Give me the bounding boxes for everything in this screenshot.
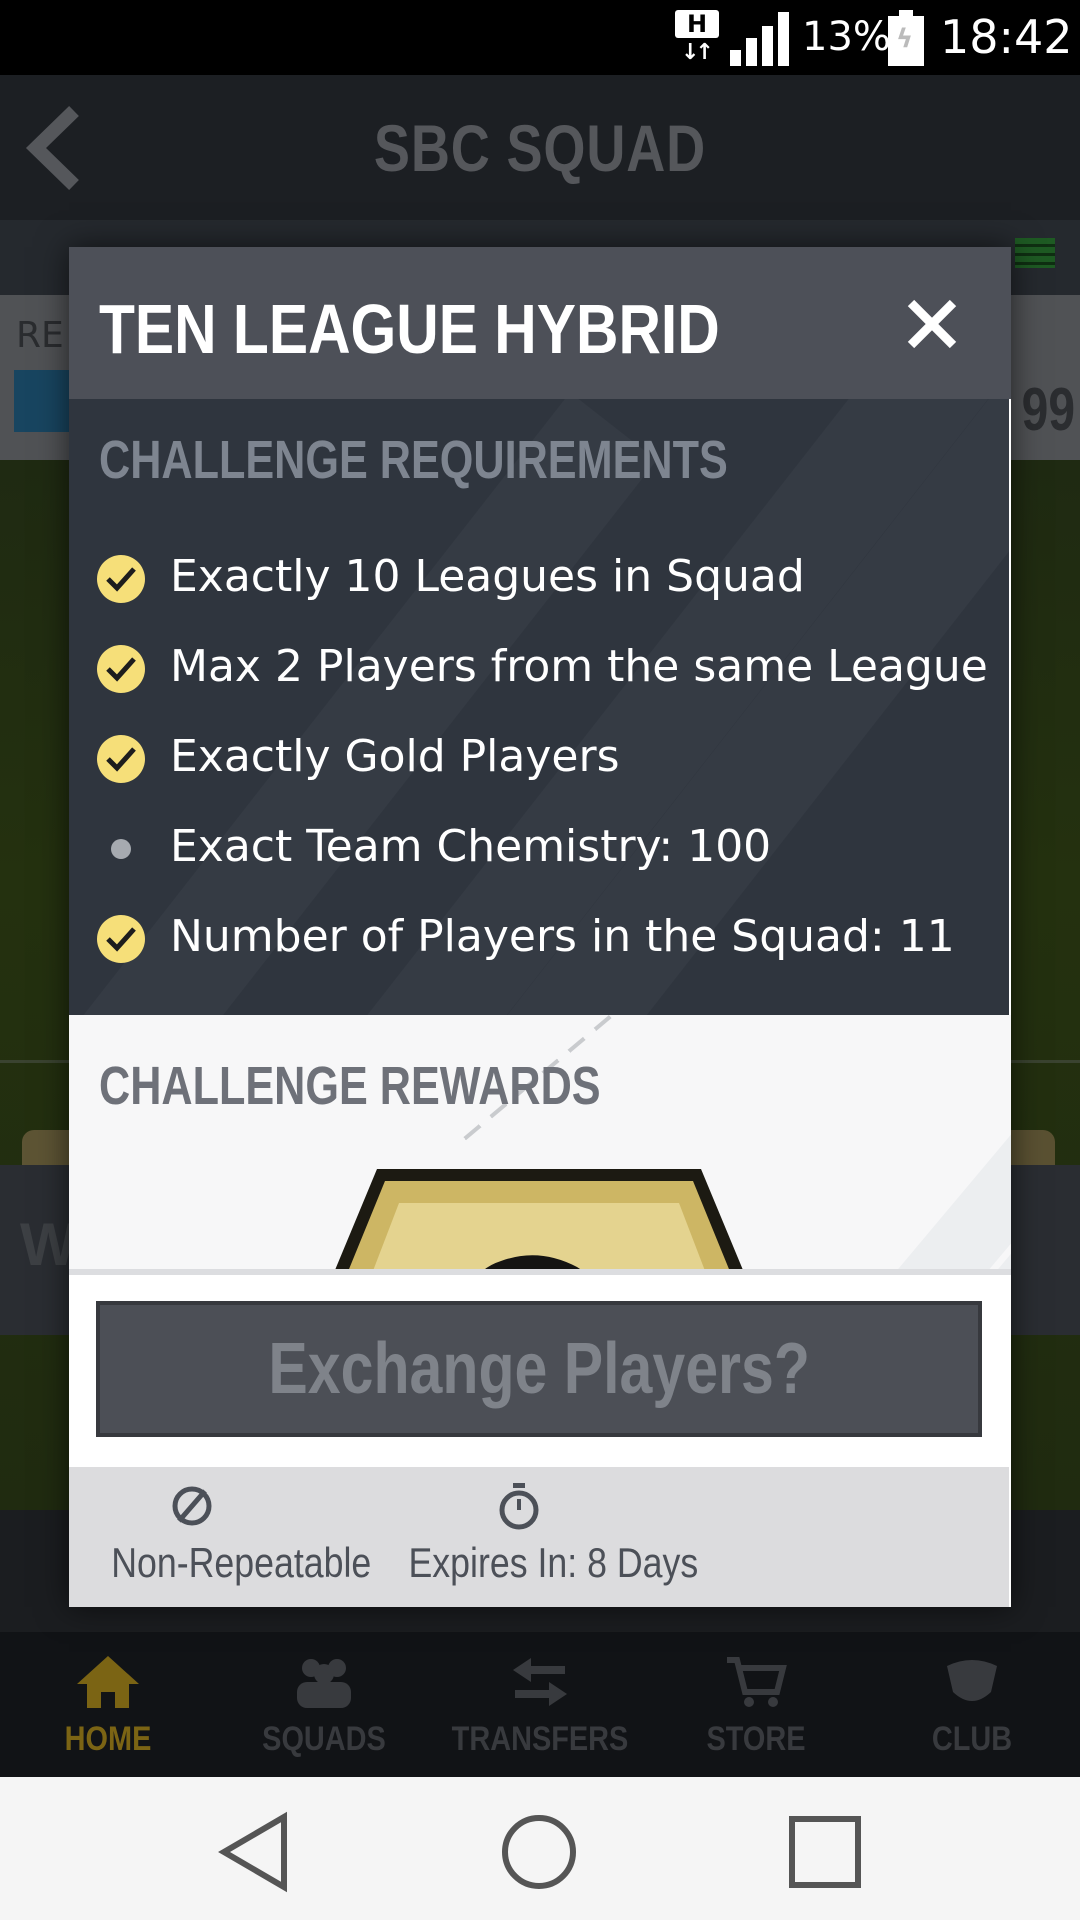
app-header: SBC SQUAD bbox=[0, 75, 1080, 220]
stopwatch-icon bbox=[499, 1483, 539, 1530]
challenge-modal: TEN LEAGUE HYBRID CHALLENGE REQUIREMENTS… bbox=[69, 247, 1011, 1607]
check-icon bbox=[97, 915, 145, 963]
nav-home[interactable]: HOME bbox=[0, 1632, 216, 1777]
challenge-info-footer: Non-Repeatable Expires In: 8 Days bbox=[69, 1467, 1009, 1607]
battery-percent: 13% bbox=[802, 14, 891, 60]
modal-title: TEN LEAGUE HYBRID bbox=[99, 290, 720, 368]
requirement-text: Number of Players in the Squad: 11 bbox=[170, 911, 955, 962]
info-label: RE bbox=[16, 315, 64, 356]
android-nav-bar bbox=[0, 1777, 1080, 1920]
requirement-item: Exactly 10 Leagues in Squad bbox=[97, 539, 997, 629]
squad-rating: 99 bbox=[1021, 376, 1076, 443]
transfers-icon bbox=[513, 1658, 567, 1706]
android-back-icon[interactable] bbox=[210, 1807, 300, 1897]
clock: 18:42 bbox=[940, 10, 1073, 64]
expiry-label: Expires In: 8 Days bbox=[408, 1539, 699, 1586]
exchange-players-label: Exchange Players? bbox=[268, 1329, 810, 1409]
nav-club[interactable]: CLUB bbox=[864, 1632, 1080, 1777]
requirement-item: Exactly Gold Players bbox=[97, 719, 997, 809]
nav-club-label: CLUB bbox=[931, 1720, 1013, 1758]
repeatable-info: Non-Repeatable bbox=[97, 1481, 372, 1587]
chemistry-bars-icon bbox=[1015, 238, 1055, 268]
nav-squads[interactable]: SQUADS bbox=[216, 1632, 432, 1777]
requirement-item: Number of Players in the Squad: 11 bbox=[97, 899, 997, 989]
repeatable-label: Non-Repeatable bbox=[111, 1539, 372, 1586]
requirement-item: Max 2 Players from the same League bbox=[97, 629, 997, 719]
nav-store[interactable]: STORE bbox=[648, 1632, 864, 1777]
requirements-title: CHALLENGE REQUIREMENTS bbox=[99, 430, 728, 490]
club-icon bbox=[947, 1660, 997, 1701]
exchange-players-button[interactable]: Exchange Players? bbox=[96, 1301, 982, 1437]
network-type-icon: H ↓↑ bbox=[675, 10, 719, 66]
signal-icon bbox=[730, 10, 794, 66]
check-icon bbox=[97, 735, 145, 783]
rewards-title: CHALLENGE REWARDS bbox=[99, 1056, 601, 1116]
status-bar: H ↓↑ 13% ϟ 18:42 bbox=[0, 0, 1080, 75]
nav-transfers[interactable]: TRANSFERS bbox=[432, 1632, 648, 1777]
rating-bar bbox=[14, 370, 70, 432]
requirement-text: Exactly 10 Leagues in Squad bbox=[170, 551, 805, 602]
android-home-icon[interactable] bbox=[494, 1807, 584, 1897]
bottom-navigation: HOME SQUADS TRANSFERS STORE CLUB bbox=[0, 1632, 1080, 1777]
requirement-item: Exact Team Chemistry: 100 bbox=[97, 809, 997, 899]
requirements-section: CHALLENGE REQUIREMENTS Exactly 10 League… bbox=[69, 399, 1009, 1015]
back-chevron-icon[interactable] bbox=[22, 103, 92, 193]
requirement-text: Exactly Gold Players bbox=[170, 731, 620, 782]
modal-header: TEN LEAGUE HYBRID bbox=[69, 247, 1011, 399]
nav-transfers-label: TRANSFERS bbox=[451, 1720, 629, 1758]
android-recents-icon[interactable] bbox=[780, 1807, 870, 1897]
check-icon bbox=[97, 555, 145, 603]
expiry-info: Expires In: 8 Days bbox=[389, 1481, 699, 1587]
requirement-text: Max 2 Players from the same League bbox=[170, 641, 988, 692]
check-icon bbox=[97, 645, 145, 693]
unmet-dot-icon bbox=[111, 839, 131, 859]
squads-icon bbox=[297, 1659, 351, 1708]
battery-charging-icon: ϟ bbox=[888, 10, 924, 66]
store-icon bbox=[727, 1657, 787, 1707]
app-header-title: SBC SQUAD bbox=[373, 111, 707, 185]
nav-squads-label: SQUADS bbox=[262, 1720, 386, 1758]
no-repeat-icon bbox=[172, 1486, 212, 1526]
nav-store-label: STORE bbox=[706, 1720, 806, 1758]
home-icon bbox=[77, 1656, 139, 1708]
nav-home-label: HOME bbox=[64, 1720, 152, 1758]
requirement-text: Exact Team Chemistry: 100 bbox=[170, 821, 772, 872]
exchange-area: Exchange Players? bbox=[69, 1275, 1011, 1467]
close-icon[interactable] bbox=[905, 297, 959, 351]
requirements-list: Exactly 10 Leagues in Squad Max 2 Player… bbox=[97, 539, 997, 989]
data-arrows-icon: ↓↑ bbox=[681, 40, 714, 65]
network-type-label: H bbox=[675, 10, 719, 38]
